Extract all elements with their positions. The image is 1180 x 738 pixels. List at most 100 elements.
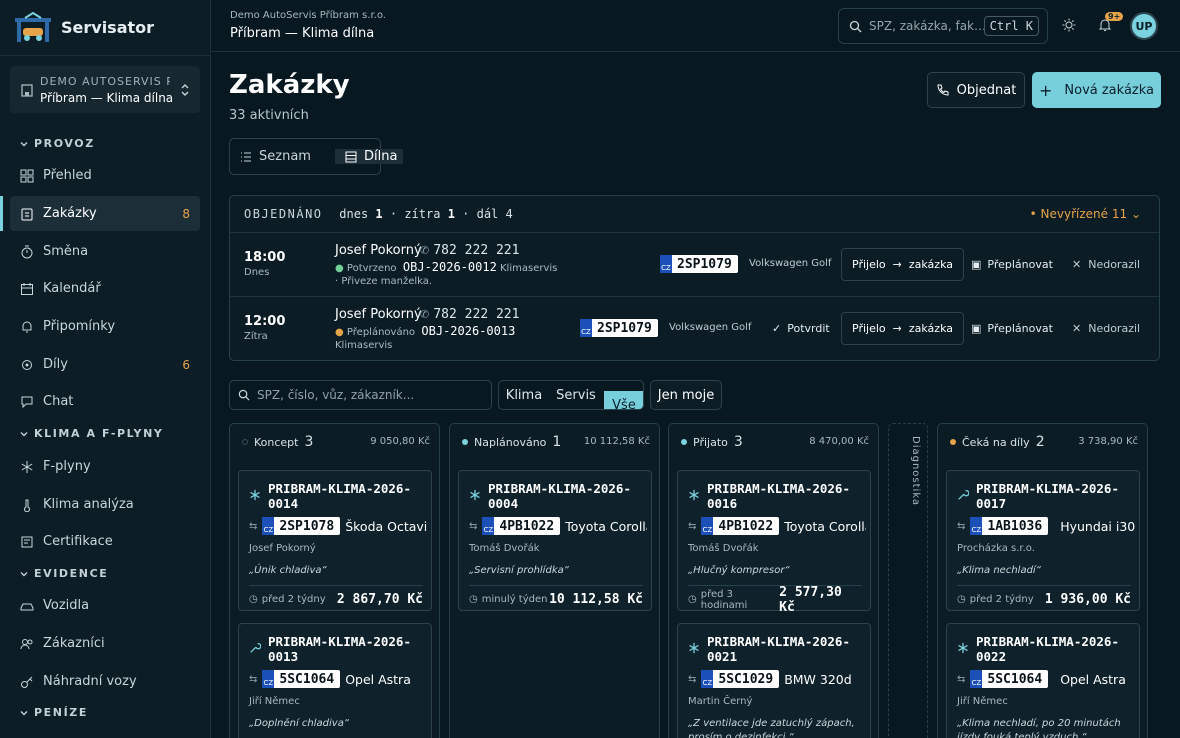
sidebar-item-fplyny[interactable]: F-plyny [10, 449, 200, 484]
reschedule-button[interactable]: ▣ Přeplánovat [971, 258, 1053, 271]
filter-servis[interactable]: Servis [549, 381, 603, 409]
order-price: 1 936,00 Kč [1044, 592, 1131, 607]
section-klima[interactable]: KLIMA A F-PLYNY [20, 427, 164, 440]
order-note: „Únik chladiva“ [249, 565, 327, 576]
status-dot [462, 439, 468, 445]
sidebar-item-smena[interactable]: Směna [10, 234, 200, 269]
snowflake-icon [688, 489, 700, 505]
customer: Procházka s.r.o. [957, 543, 1035, 554]
sidebar-item-dily[interactable]: Díly 6 [10, 347, 200, 382]
car-model: Opel Astra [345, 671, 411, 687]
order-card[interactable]: PRIBRAM-KLIMA-2026-0004 ⇆ CZ 4PB1022 Toyota… [458, 470, 652, 611]
clipboard-icon [21, 208, 33, 220]
sidebar: Servisator DEMO AUTOSERVIS PŘÍ… Příbram … [0, 0, 211, 738]
sidebar-item-nahradni-vozy[interactable]: Náhradní vozy [10, 664, 200, 699]
order-button[interactable]: Objednat [927, 72, 1025, 108]
car-icon [20, 603, 34, 610]
car-model: Škoda Octavia [345, 518, 427, 534]
search-icon [238, 389, 250, 401]
snowflake-icon [21, 460, 33, 473]
sidebar-item-klima-analyza[interactable]: Klima analýza [10, 487, 200, 522]
sidebar-item-prehled[interactable]: Přehled [10, 158, 200, 193]
close-icon: ✕ [1072, 322, 1082, 335]
sidebar-item-zakazky[interactable]: Zakázky 8 [10, 196, 200, 231]
order-card[interactable]: PRIBRAM-KLIMA-2026-0013 ⇆ CZ 5SC1064 Opel A… [238, 623, 432, 738]
order-card[interactable]: PRIBRAM-KLIMA-2026-0014 ⇆ CZ 2SP1078 Škoda … [238, 470, 432, 611]
order-note: „Servisní prohlídka“ [469, 565, 569, 576]
list-icon [241, 152, 251, 161]
column-naplanovano: Naplánováno 1 10 112,58 Kč PRIBRAM-KLIMA-… [449, 423, 660, 738]
unresolved-toggle[interactable]: • Nevyřízené 11 ⌄ [1030, 207, 1141, 221]
section-evidence[interactable]: EVIDENCE [20, 567, 108, 580]
wrench-icon [957, 489, 970, 505]
tab-seznam[interactable]: Seznam [230, 139, 311, 174]
brand[interactable]: Servisator [0, 0, 210, 56]
tab-dilna[interactable]: Dílna [335, 149, 403, 164]
car-model: Toyota Corolla [784, 518, 866, 534]
arrived-button[interactable]: Přijelo → zakázka [841, 312, 964, 345]
calendar-icon [21, 282, 33, 295]
order-card[interactable]: PRIBRAM-KLIMA-2026-0022 ⇆ CZ 5SC1064 Opel A… [946, 623, 1140, 738]
chevron-down-icon [20, 431, 28, 436]
customer: Jiří Němec [957, 696, 1008, 707]
order-id: PRIBRAM-KLIMA-2026-0021 [707, 634, 850, 664]
sidebar-item-zakaznici[interactable]: Zákazníci [10, 626, 200, 661]
section-provoz[interactable]: PROVOZ [20, 137, 95, 150]
customer-name[interactable]: Josef Pokorný [335, 243, 422, 258]
sidebar-item-vozidla[interactable]: Vozidla [10, 588, 200, 623]
brand-name: Servisator [61, 18, 155, 37]
column-diagnostika[interactable]: Diagnostika [888, 423, 928, 738]
grid-icon [20, 169, 34, 182]
status-dot [681, 439, 687, 445]
customer: Tomáš Dvořák [688, 543, 759, 554]
sidebar-item-certifikace[interactable]: Certifikace [10, 524, 200, 559]
sidebar-item-chat[interactable]: Chat [10, 384, 200, 419]
order-id: PRIBRAM-KLIMA-2026-0014 [268, 481, 411, 511]
reschedule-button[interactable]: ▣ Přeplánovat [971, 322, 1053, 335]
confirm-button[interactable]: ✓ Potvrdit [772, 322, 830, 335]
order-note: „Hlučný kompresor“ [688, 565, 790, 576]
order-card[interactable]: PRIBRAM-KLIMA-2026-0021 ⇆ CZ 5SC1029 BMW 32… [677, 623, 871, 738]
zakazky-badge: 8 [182, 206, 190, 221]
order-day: Zítra [244, 331, 268, 342]
org-switcher[interactable]: DEMO AUTOSERVIS PŘÍ… Příbram — Klima díl… [10, 66, 200, 113]
customer-phone[interactable]: ✆ 782 222 221 [420, 307, 519, 322]
filter-klima[interactable]: Klima [499, 381, 549, 409]
calendar-icon: ▣ [971, 322, 982, 335]
order-id: PRIBRAM-KLIMA-2026-0016 [707, 481, 850, 511]
no-show-button[interactable]: ✕ Nedorazil [1072, 258, 1140, 271]
garage-logo-icon [15, 11, 51, 42]
avatar[interactable]: UP [1130, 12, 1158, 40]
parts-icon [22, 359, 32, 370]
new-order-button[interactable]: + Nová zakázka [1032, 72, 1161, 108]
car-icon: ⇆ [688, 673, 697, 685]
filter-all[interactable]: Vše [604, 391, 643, 409]
page-subtitle: 33 aktivních [229, 108, 309, 123]
column-sum: 10 112,58 Kč [583, 436, 650, 447]
column-sum: 8 470,00 Kč [809, 436, 869, 447]
order-price: 10 112,58 Kč [549, 592, 643, 607]
board-search-input[interactable]: SPZ, číslo, vůz, zákazník... [229, 380, 492, 410]
clock-icon: ◷ [469, 594, 478, 605]
customer-name[interactable]: Josef Pokorný [335, 307, 422, 322]
customer: Tomáš Dvořák [469, 543, 540, 554]
no-show-button[interactable]: ✕ Nedorazil [1072, 322, 1140, 335]
arrived-button[interactable]: Přijelo → zakázka [841, 248, 964, 281]
sidebar-item-kalendar[interactable]: Kalendář [10, 271, 200, 306]
order-card[interactable]: PRIBRAM-KLIMA-2026-0016 ⇆ CZ 4PB1022 Toyota… [677, 470, 871, 615]
customer-phone[interactable]: ✆ 782 222 221 [420, 243, 519, 258]
filter-mine[interactable]: Jen moje [650, 380, 722, 410]
arrow-right-icon: → [892, 258, 902, 271]
snowflake-icon [957, 642, 969, 658]
column-sum: 9 050,80 Kč [370, 436, 430, 447]
order-id: PRIBRAM-KLIMA-2026-0017 [976, 481, 1119, 511]
order-card[interactable]: PRIBRAM-KLIMA-2026-0017 ⇆ CZ 1AB1036 Hyunda… [946, 470, 1140, 611]
global-search[interactable]: SPZ, zakázka, fak… Ctrl K [838, 8, 1048, 44]
order-status: ● Přeplánováno OBJ-2026-0013 [335, 324, 516, 338]
breadcrumb-company: Demo AutoServis Příbram s.r.o. [230, 10, 386, 21]
sun-icon[interactable] [1062, 18, 1076, 32]
section-penize[interactable]: PENÍZE [20, 706, 88, 719]
car-icon: ⇆ [688, 520, 697, 532]
phone-icon: ✆ [420, 244, 430, 257]
sidebar-item-pripominky[interactable]: Připomínky [10, 309, 200, 344]
